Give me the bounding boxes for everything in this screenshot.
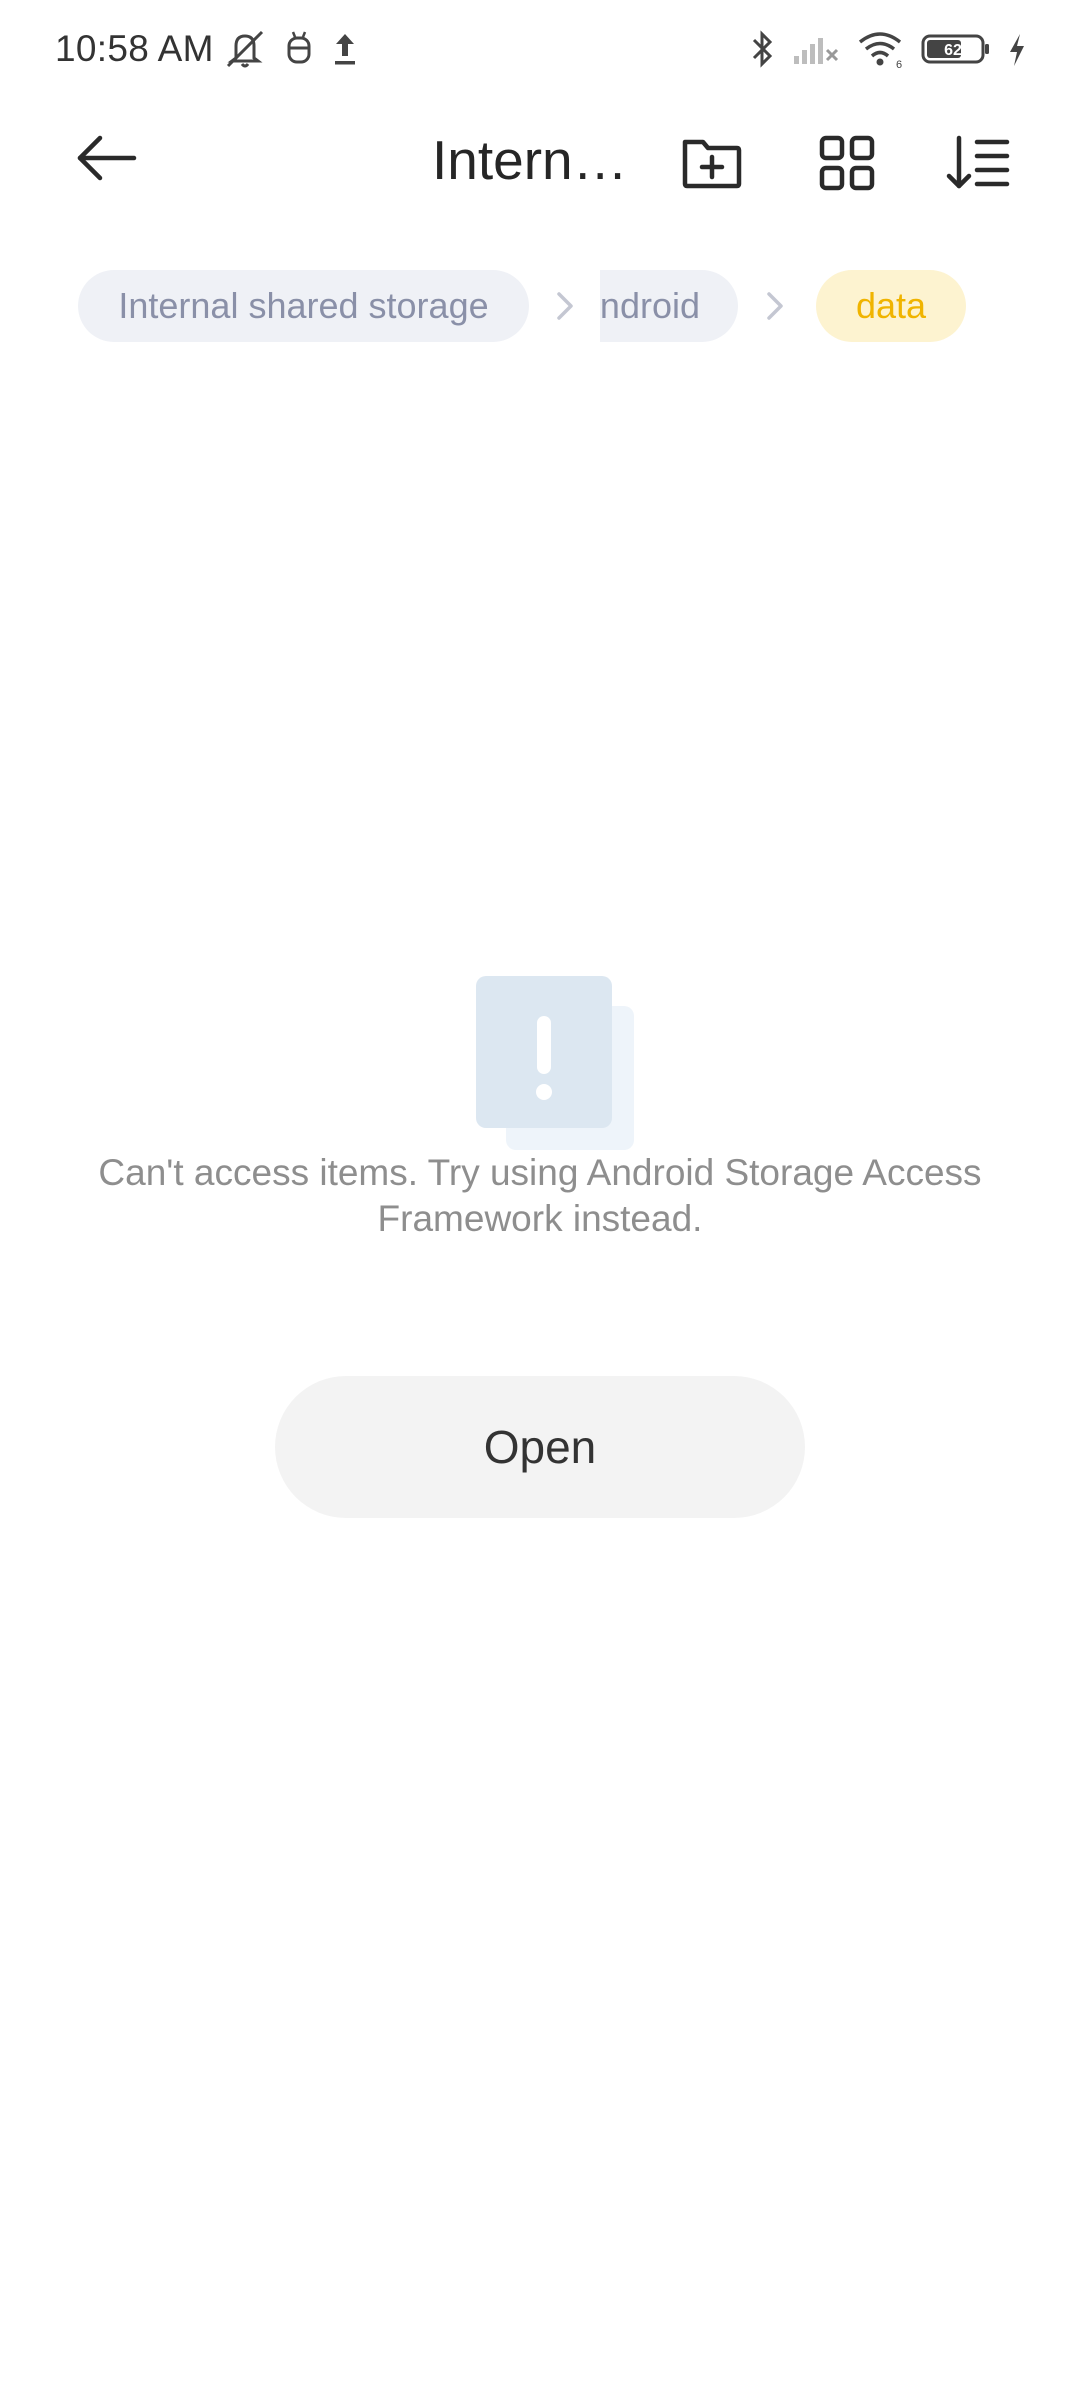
charging-icon xyxy=(1006,28,1028,70)
breadcrumb-item-data[interactable]: data xyxy=(816,270,966,342)
sort-button[interactable] xyxy=(945,128,1015,198)
battery-icon: 62 xyxy=(920,28,992,70)
page-title: Interna… xyxy=(432,129,652,191)
chevron-right-icon xyxy=(550,290,580,322)
grid-view-button[interactable] xyxy=(812,128,882,198)
breadcrumb-item-internal-storage[interactable]: Internal shared storage xyxy=(78,270,529,342)
empty-state-message: Can't access items. Try using Android St… xyxy=(98,1152,982,1239)
sort-icon xyxy=(946,135,1010,189)
wifi-icon: 6 xyxy=(856,28,906,70)
breadcrumb: Internal shared storage ndroid data xyxy=(78,270,1018,342)
bell-off-icon xyxy=(222,28,268,70)
new-folder-icon xyxy=(682,139,742,189)
chevron-right-icon xyxy=(760,290,790,322)
breadcrumb-item-android[interactable]: ndroid xyxy=(600,270,738,342)
upload-icon xyxy=(330,28,360,70)
back-button[interactable] xyxy=(72,128,152,188)
grid-view-icon xyxy=(819,135,875,191)
svg-text:6: 6 xyxy=(896,59,902,70)
battery-level: 62 xyxy=(944,42,962,59)
status-time: 10:58 AM xyxy=(55,28,214,69)
status-left-icons xyxy=(222,28,360,70)
arrow-left-icon xyxy=(77,135,137,181)
signal-icon xyxy=(790,28,842,70)
status-bar: 10:58 AM 6 62 xyxy=(0,0,1080,100)
open-button[interactable]: Open xyxy=(275,1376,805,1518)
warning-illustration-icon xyxy=(476,976,636,1150)
new-folder-button[interactable] xyxy=(677,128,747,198)
status-right-icons: 6 62 xyxy=(748,28,1028,70)
app-bar: Interna… xyxy=(0,100,1080,220)
android-debug-icon xyxy=(284,28,314,70)
bluetooth-icon xyxy=(748,28,776,70)
